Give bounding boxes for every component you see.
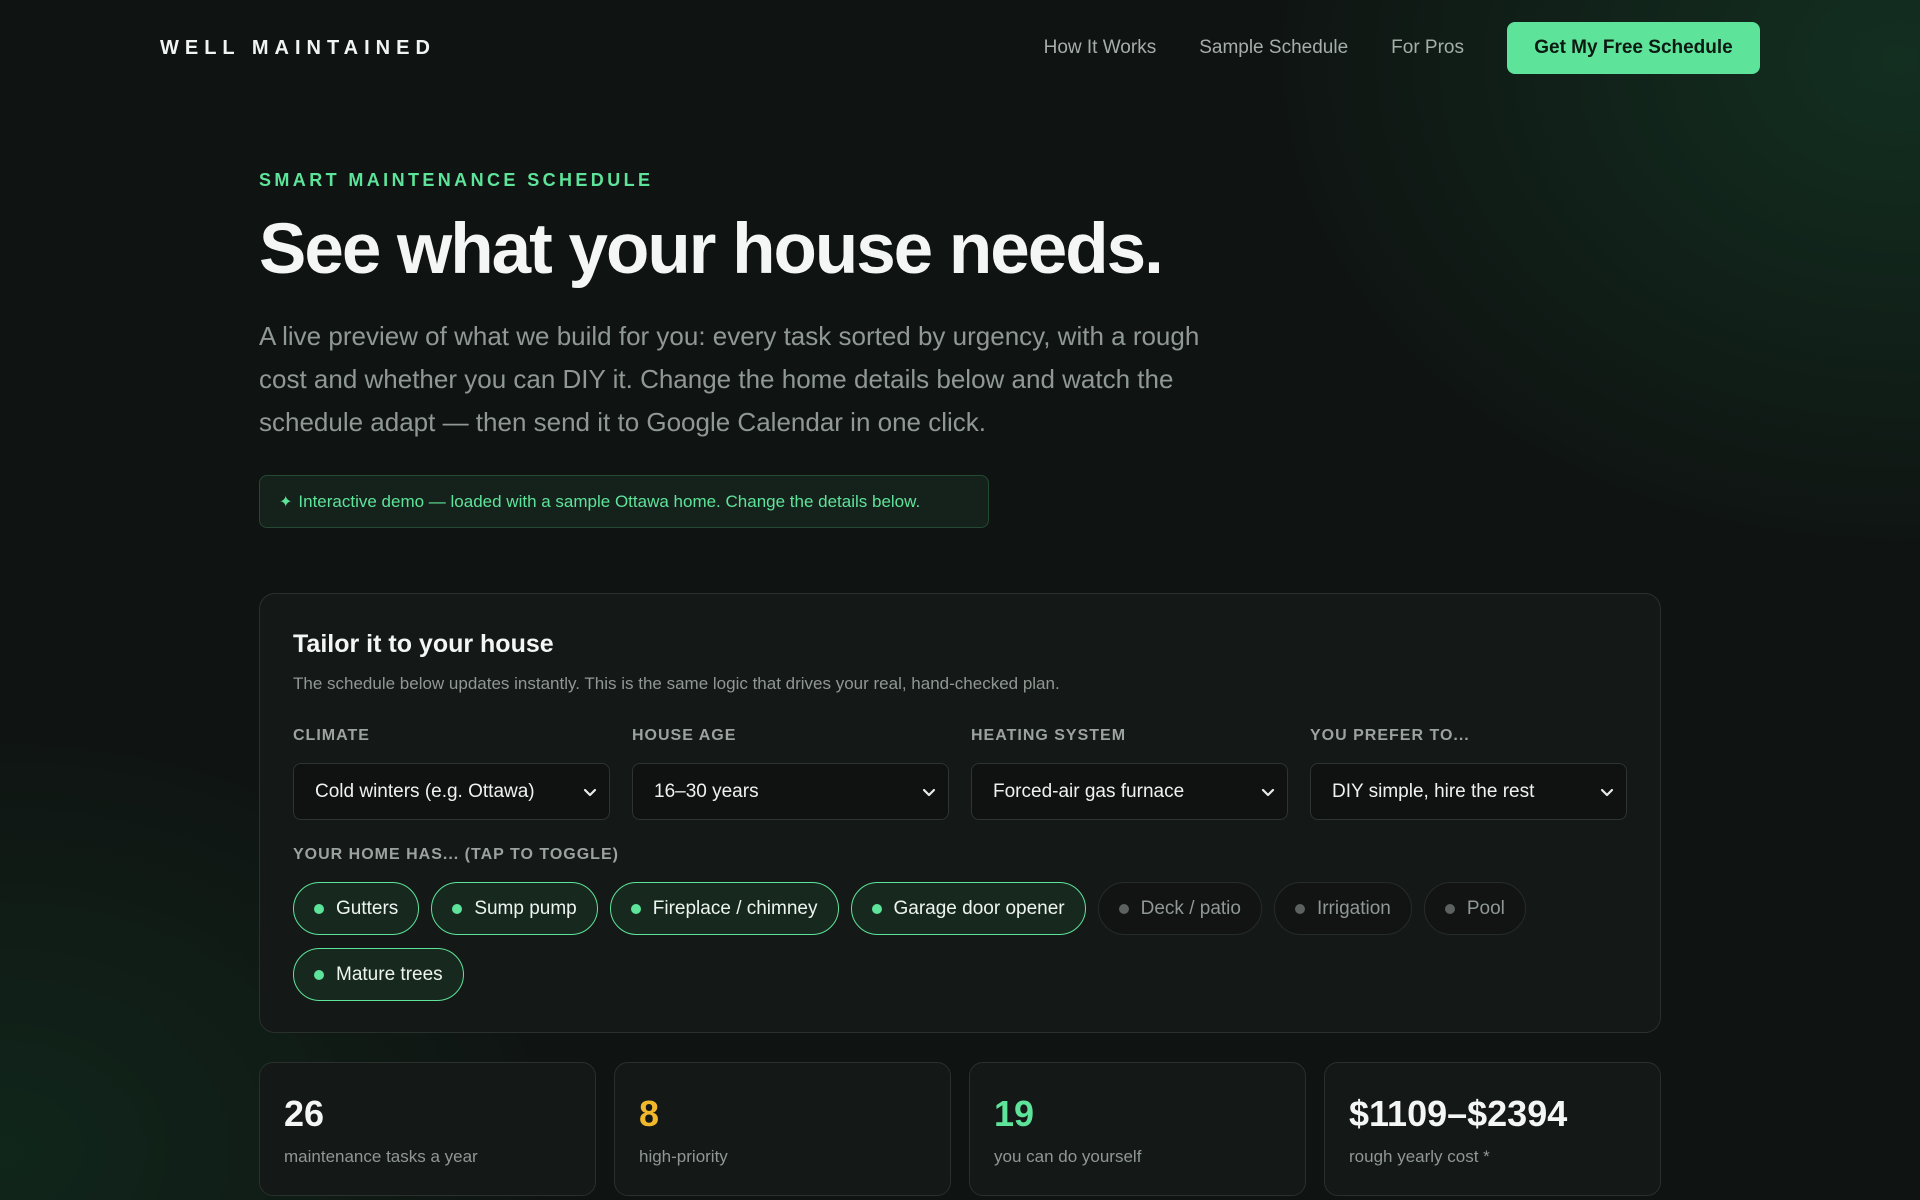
chevron-down-icon (1261, 788, 1275, 796)
chip-fireplace-chimney[interactable]: Fireplace / chimney (609, 882, 839, 935)
heating-system-label: HEATING SYSTEM (971, 727, 1127, 744)
stat-label-high-priority: high-priority (639, 1147, 728, 1166)
top-nav: WELL MAINTAINED How It Works Sample Sche… (0, 0, 1920, 96)
heating-system-field: HEATING SYSTEM Forced-air gas furnace (971, 727, 1288, 820)
chevron-down-icon (583, 788, 597, 796)
summary-stats: 26 maintenance tasks a year 8 high-prior… (259, 1062, 1661, 1196)
toggle-dot-icon (314, 903, 324, 914)
house-age-label: HOUSE AGE (632, 727, 737, 744)
chip-garage-door-opener[interactable]: Garage door opener (850, 882, 1086, 935)
nav-link-how-it-works[interactable]: How It Works (1044, 22, 1157, 74)
sparkle-icon: ✦ (279, 493, 293, 511)
stat-value-high-priority: 8 (639, 1093, 660, 1134)
climate-select[interactable]: Cold winters (e.g. Ottawa) (293, 763, 610, 820)
stat-value-yearly-cost: $1109–$2394 (1349, 1093, 1568, 1134)
features-toggle-label: YOUR HOME HAS... (TAP TO TOGGLE) (293, 846, 619, 863)
hero-description: A live preview of what we build for you:… (259, 321, 1200, 438)
home-details-fields: CLIMATE Cold winters (e.g. Ottawa) HOUSE… (293, 727, 1627, 820)
heating-system-select-value: Forced-air gas furnace (993, 780, 1185, 802)
chip-deck-patio[interactable]: Deck / patio (1097, 882, 1262, 935)
toggle-dot-icon (314, 969, 324, 980)
hero-eyebrow: SMART MAINTENANCE SCHEDULE (259, 170, 654, 190)
demo-notice-badge: ✦ Interactive demo — loaded with a sampl… (259, 475, 989, 528)
hero-section: SMART MAINTENANCE SCHEDULE See what your… (259, 170, 1239, 444)
climate-field: CLIMATE Cold winters (e.g. Ottawa) (293, 727, 610, 820)
stat-card-tasks: 26 maintenance tasks a year (259, 1062, 596, 1196)
hero-headline: See what your house needs. (259, 210, 1164, 289)
stat-card-diy: 19 you can do yourself (969, 1062, 1306, 1196)
chip-label: Sump pump (474, 897, 577, 919)
preference-field: YOU PREFER TO... DIY simple, hire the re… (1310, 727, 1627, 820)
toggle-dot-icon (1118, 903, 1129, 914)
toggle-dot-icon (452, 903, 463, 914)
nav-links: How It Works Sample Schedule For Pros Ge… (1044, 22, 1920, 74)
chip-mature-trees[interactable]: Mature trees (293, 948, 464, 1001)
stat-card-high-priority: 8 high-priority (614, 1062, 951, 1196)
chip-label: Irrigation (1316, 897, 1391, 919)
chevron-down-icon (1600, 788, 1614, 796)
chip-label: Mature trees (336, 963, 443, 985)
chip-irrigation[interactable]: Irrigation (1273, 882, 1412, 935)
preference-select[interactable]: DIY simple, hire the rest (1310, 763, 1627, 820)
chip-label: Garage door opener (893, 897, 1065, 919)
chip-pool[interactable]: Pool (1423, 882, 1526, 935)
nav-link-sample-schedule[interactable]: Sample Schedule (1199, 22, 1348, 74)
tailor-panel: Tailor it to your house The schedule bel… (259, 593, 1661, 1033)
house-age-select[interactable]: 16–30 years (632, 763, 949, 820)
panel-title: Tailor it to your house (293, 630, 554, 658)
stat-value-tasks: 26 (284, 1093, 325, 1134)
heating-system-select[interactable]: Forced-air gas furnace (971, 763, 1288, 820)
climate-select-value: Cold winters (e.g. Ottawa) (315, 780, 535, 802)
toggle-dot-icon (630, 903, 641, 914)
stat-label-yearly-cost: rough yearly cost * (1349, 1147, 1490, 1166)
preference-select-value: DIY simple, hire the rest (1332, 780, 1535, 802)
stat-label-tasks: maintenance tasks a year (284, 1147, 478, 1166)
climate-label: CLIMATE (293, 727, 370, 744)
chip-gutters[interactable]: Gutters (293, 882, 420, 935)
stat-card-yearly-cost: $1109–$2394 rough yearly cost * (1324, 1062, 1661, 1196)
chip-label: Deck / patio (1140, 897, 1241, 919)
toggle-dot-icon (871, 903, 882, 914)
chip-label: Gutters (336, 897, 399, 919)
demo-notice-text: Interactive demo — loaded with a sample … (298, 491, 921, 511)
stat-label-diy: you can do yourself (994, 1147, 1142, 1166)
brand-logo[interactable]: WELL MAINTAINED (160, 37, 436, 60)
get-free-schedule-button[interactable]: Get My Free Schedule (1507, 22, 1760, 74)
nav-link-for-pros[interactable]: For Pros (1391, 22, 1464, 74)
chip-label: Pool (1466, 897, 1505, 919)
house-age-field: HOUSE AGE 16–30 years (632, 727, 949, 820)
toggle-dot-icon (1444, 903, 1455, 914)
chip-sump-pump[interactable]: Sump pump (431, 882, 598, 935)
house-age-select-value: 16–30 years (654, 780, 759, 802)
toggle-dot-icon (1294, 903, 1305, 914)
chip-label: Fireplace / chimney (652, 897, 818, 919)
home-features-chips: Gutters Sump pump Fireplace / chimney Ga… (293, 882, 1633, 1014)
panel-subtitle: The schedule below updates instantly. Th… (293, 674, 1060, 693)
chevron-down-icon (922, 788, 936, 796)
preference-label: YOU PREFER TO... (1310, 727, 1470, 744)
stat-value-diy: 19 (994, 1093, 1035, 1134)
